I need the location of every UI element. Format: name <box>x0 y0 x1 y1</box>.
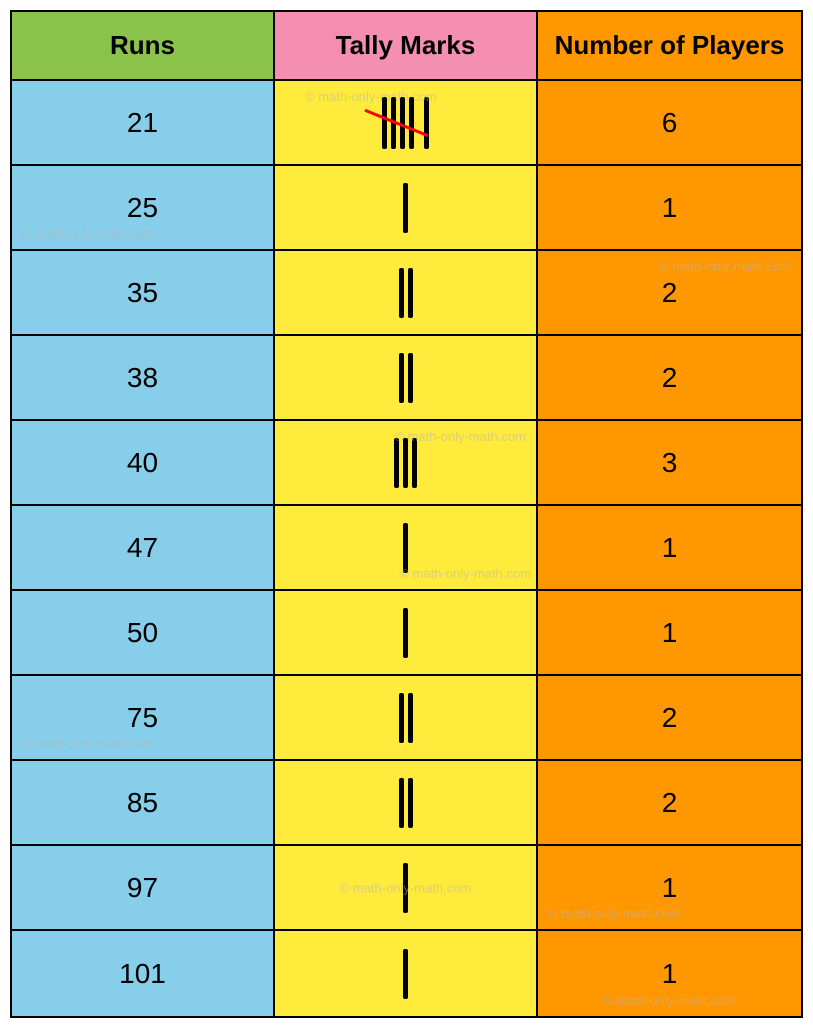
cell-tally <box>275 931 538 1016</box>
table-row: 21© math-only-math.com6 <box>12 81 801 166</box>
table-header: Runs Tally Marks Number of Players <box>12 12 801 81</box>
header-runs: Runs <box>12 12 275 79</box>
cell-tally: © math-only-math.com <box>275 846 538 929</box>
cell-tally: © math-only-math.com <box>275 421 538 504</box>
cell-runs: 35 <box>12 251 275 334</box>
cell-tally <box>275 336 538 419</box>
header-players: Number of Players <box>538 12 801 79</box>
cell-players: 1 <box>538 506 801 589</box>
table-row: © math-only-math.com75 2 <box>12 676 801 761</box>
table-body: 21© math-only-math.com6© math-only-math.… <box>12 81 801 1016</box>
cell-runs: 97 <box>12 846 275 929</box>
table-row: 97© math-only-math.com© math-only-math.c… <box>12 846 801 931</box>
table-row: 35 © math-only-math.com2 <box>12 251 801 336</box>
cell-runs: 101 <box>12 931 275 1016</box>
cell-runs: 21 <box>12 81 275 164</box>
table-row: 40© math-only-math.com3 <box>12 421 801 506</box>
cell-players: 1 <box>538 166 801 249</box>
cell-tally <box>275 676 538 759</box>
header-tally: Tally Marks <box>275 12 538 79</box>
cell-players: © math-only-math.com1 <box>538 846 801 929</box>
table-row: 47© math-only-math.com1 <box>12 506 801 591</box>
table-row: 50 1 <box>12 591 801 676</box>
cell-players: © math-only-math.com2 <box>538 251 801 334</box>
cell-runs: 47 <box>12 506 275 589</box>
cell-tally <box>275 251 538 334</box>
cell-tally: © math-only-math.com <box>275 81 538 164</box>
cell-players: 2 <box>538 761 801 844</box>
cell-runs: 50 <box>12 591 275 674</box>
cell-tally <box>275 591 538 674</box>
cell-runs: © math-only-math.com25 <box>12 166 275 249</box>
cell-runs: 85 <box>12 761 275 844</box>
cell-players: 1 <box>538 591 801 674</box>
cell-tally: © math-only-math.com <box>275 506 538 589</box>
cell-runs: 40 <box>12 421 275 504</box>
cell-players: 2 <box>538 676 801 759</box>
cell-tally <box>275 761 538 844</box>
cell-tally <box>275 166 538 249</box>
table-row: 85 2 <box>12 761 801 846</box>
table-row: 38 2 <box>12 336 801 421</box>
table-row: 101 © math-only-math.com1 <box>12 931 801 1016</box>
cell-players: © math-only-math.com1 <box>538 931 801 1016</box>
cell-players: 3 <box>538 421 801 504</box>
cell-players: 2 <box>538 336 801 419</box>
cell-players: 6 <box>538 81 801 164</box>
table-row: © math-only-math.com25 1 <box>12 166 801 251</box>
tally-table: Runs Tally Marks Number of Players 21© m… <box>10 10 803 1018</box>
cell-runs: © math-only-math.com75 <box>12 676 275 759</box>
cell-runs: 38 <box>12 336 275 419</box>
